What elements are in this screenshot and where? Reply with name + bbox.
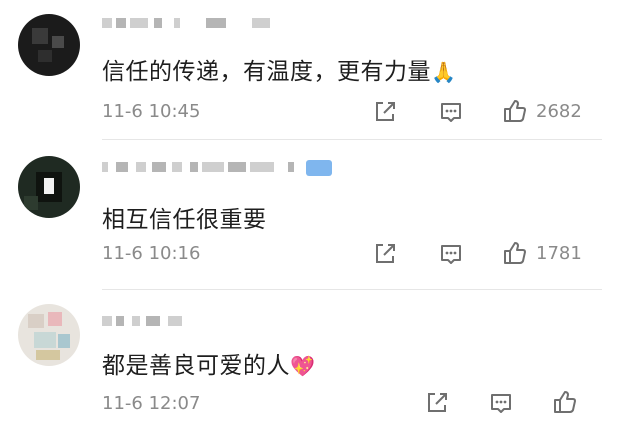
pray-emoji: 🙏 (431, 60, 457, 84)
comment-time: 11-6 10:45 (102, 101, 201, 122)
avatar[interactable] (18, 14, 80, 76)
comment-text: 相互信任很重要 (102, 207, 267, 233)
avatar[interactable] (18, 156, 80, 218)
comment-icon[interactable] (438, 241, 464, 267)
thumbs-up-icon[interactable] (552, 389, 578, 415)
share-icon[interactable] (372, 99, 398, 125)
thumbs-up-icon[interactable] (502, 98, 528, 124)
thumbs-up-icon[interactable] (502, 240, 528, 266)
heart-emoji: 💖 (290, 354, 316, 378)
comment-time: 11-6 12:07 (102, 393, 201, 414)
comment-icon[interactable] (488, 390, 514, 416)
comment-item: 都是善良可爱的人💖 11-6 12:07 (0, 290, 620, 430)
comment-text: 都是善良可爱的人💖 (102, 353, 316, 379)
username-pixelated[interactable] (102, 310, 192, 332)
comment-item: 相互信任很重要 11-6 10:16 1781 (0, 140, 620, 290)
comment-time: 11-6 10:16 (102, 243, 201, 264)
comment-item: 信任的传递，有温度，更有力量🙏 11-6 10:45 2682 (0, 0, 620, 140)
comment-icon[interactable] (438, 99, 464, 125)
share-icon[interactable] (372, 241, 398, 267)
verified-badge (306, 160, 332, 176)
avatar[interactable] (18, 304, 80, 366)
username-pixelated[interactable] (102, 12, 282, 34)
like-count: 2682 (536, 101, 582, 122)
share-icon[interactable] (424, 390, 450, 416)
like-count: 1781 (536, 243, 582, 264)
comment-text: 信任的传递，有温度，更有力量🙏 (102, 59, 457, 85)
